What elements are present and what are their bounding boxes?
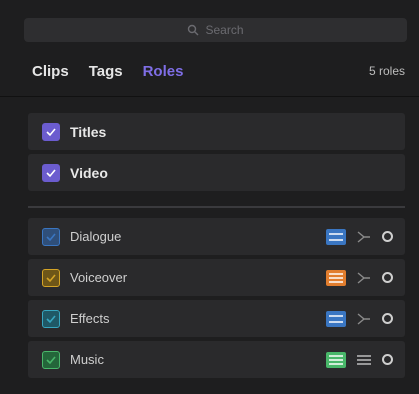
- titles-checkbox[interactable]: [42, 122, 60, 141]
- role-select-indicator[interactable]: [382, 272, 393, 283]
- audio-roles-group: Dialogue Voiceover Effects Music: [28, 218, 405, 382]
- tab-clips[interactable]: Clips: [32, 63, 69, 80]
- role-label: Dialogue: [70, 229, 122, 244]
- checkmark-icon: [46, 232, 56, 241]
- role-row-effects[interactable]: Effects: [28, 300, 405, 337]
- collapse-icon[interactable]: [354, 229, 374, 245]
- video-roles-group: Titles Video: [28, 113, 405, 195]
- dialogue-checkbox[interactable]: [42, 227, 60, 246]
- search-field[interactable]: Search: [24, 18, 407, 42]
- lane-color-icon[interactable]: [326, 228, 346, 245]
- role-row-music[interactable]: Music: [28, 341, 405, 378]
- role-select-indicator[interactable]: [382, 313, 393, 324]
- collapse-icon[interactable]: [354, 311, 374, 327]
- lane-color-icon[interactable]: [326, 310, 346, 327]
- checkmark-icon: [46, 168, 56, 177]
- role-label: Music: [70, 352, 104, 367]
- voiceover-checkbox[interactable]: [42, 268, 60, 287]
- role-row-titles[interactable]: Titles: [28, 113, 405, 150]
- role-label: Titles: [70, 123, 107, 140]
- search-placeholder: Search: [205, 23, 244, 37]
- role-row-dialogue[interactable]: Dialogue: [28, 218, 405, 255]
- search-icon: [188, 24, 199, 36]
- music-checkbox[interactable]: [42, 350, 60, 369]
- role-label: Voiceover: [70, 270, 128, 285]
- checkmark-icon: [46, 273, 56, 282]
- role-row-voiceover[interactable]: Voiceover: [28, 259, 405, 296]
- role-label: Video: [70, 164, 108, 181]
- lanes-icon[interactable]: [354, 352, 374, 368]
- collapse-icon[interactable]: [354, 270, 374, 286]
- checkmark-icon: [46, 355, 56, 364]
- checkmark-icon: [46, 127, 56, 136]
- video-checkbox[interactable]: [42, 163, 60, 182]
- effects-checkbox[interactable]: [42, 309, 60, 328]
- section-divider: [28, 206, 405, 208]
- role-row-video[interactable]: Video: [28, 154, 405, 191]
- role-select-indicator[interactable]: [382, 354, 393, 365]
- lane-color-icon[interactable]: [326, 351, 346, 368]
- lane-color-icon[interactable]: [326, 269, 346, 286]
- tab-bar: Clips Tags Roles 5 roles: [32, 60, 405, 82]
- checkmark-icon: [46, 314, 56, 323]
- tab-roles[interactable]: Roles: [143, 63, 184, 80]
- role-select-indicator[interactable]: [382, 231, 393, 242]
- tab-tags[interactable]: Tags: [89, 63, 123, 80]
- divider: [0, 96, 419, 97]
- role-count: 5 roles: [368, 64, 405, 78]
- role-label: Effects: [70, 311, 110, 326]
